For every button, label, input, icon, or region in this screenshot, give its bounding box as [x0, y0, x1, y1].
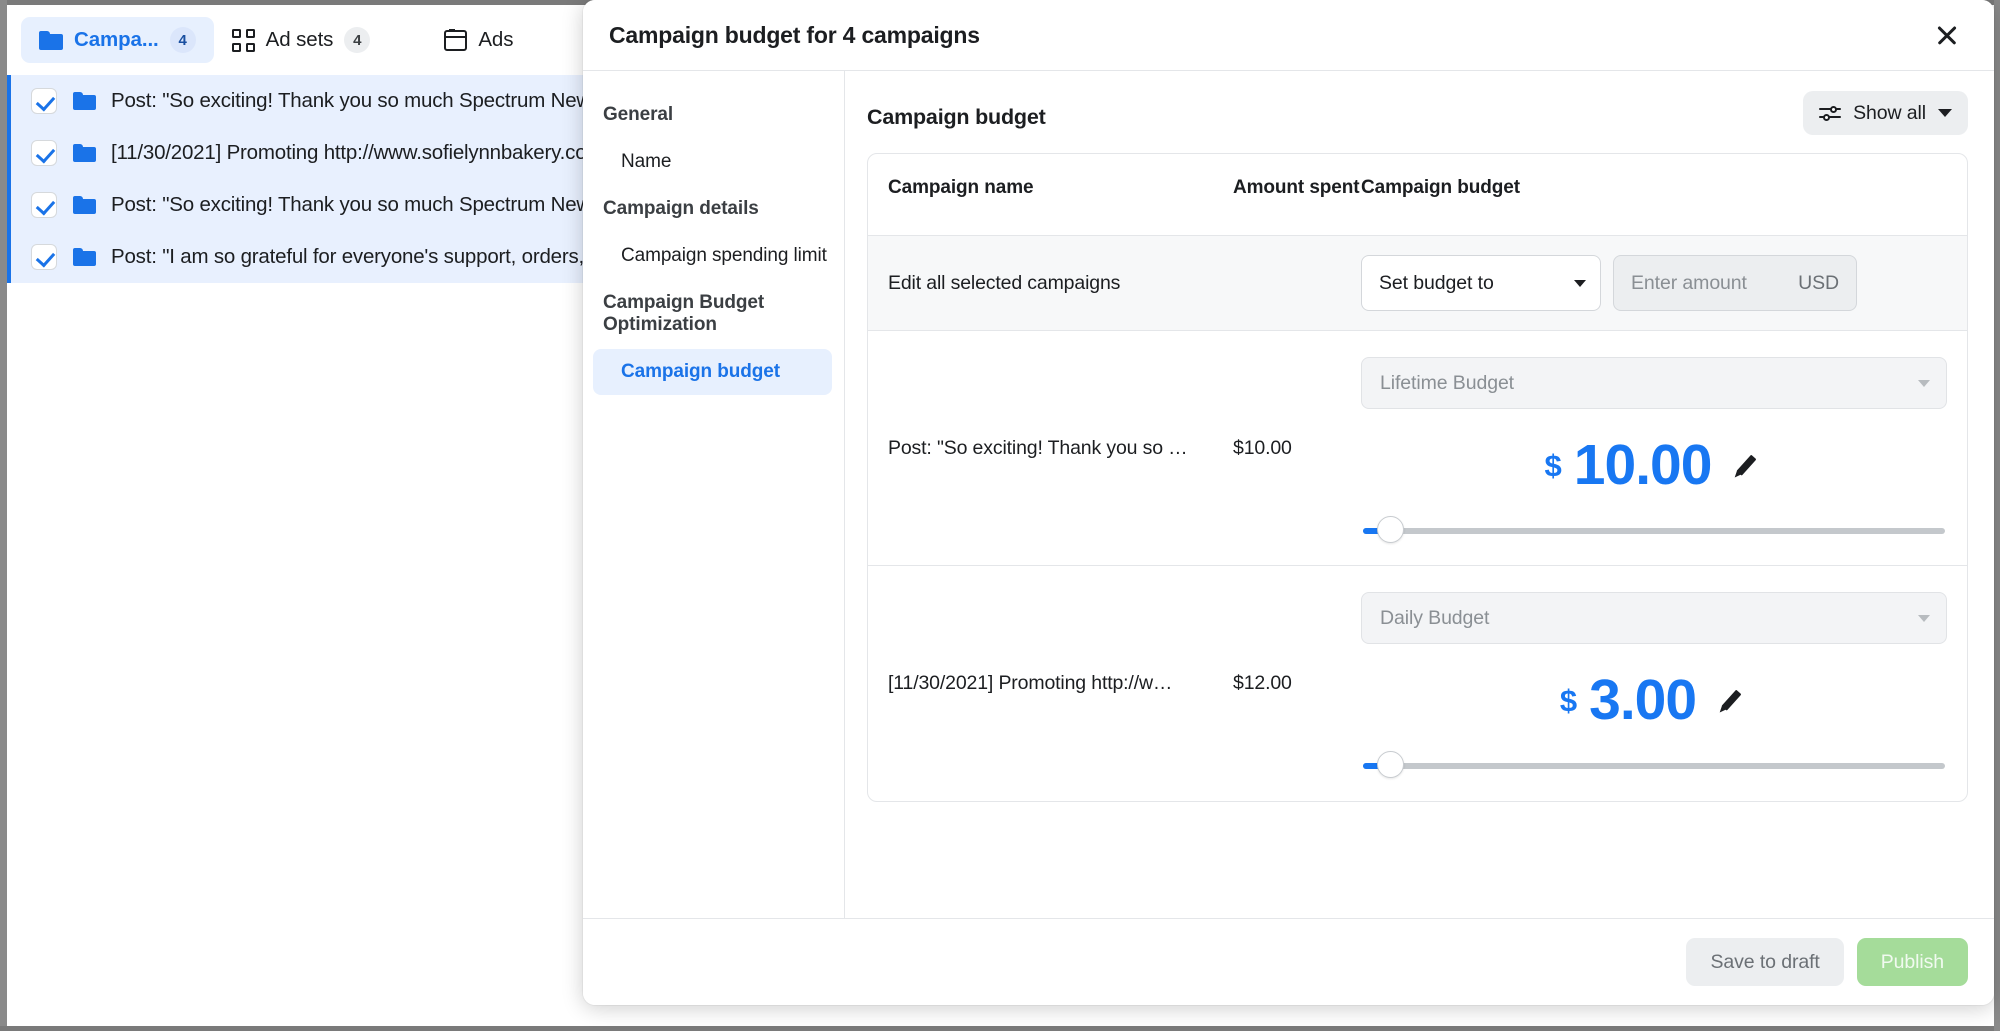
slider-thumb[interactable] — [1377, 516, 1404, 543]
table-row: [11/30/2021] Promoting http://w… $12.00 … — [868, 566, 1967, 801]
budget-amount-value: 10.00 — [1573, 433, 1713, 497]
dialog-content: Campaign budget Show all Campaign name A… — [845, 71, 1994, 918]
nav-item-campaign-spending-limit[interactable]: Campaign spending limit — [593, 233, 832, 279]
folder-icon — [73, 248, 96, 266]
folder-icon — [39, 30, 63, 50]
row-amount-spent: $10.00 — [1233, 436, 1292, 459]
screen-root: Campa... 4 Ad sets 4 Ads Post: "So excit… — [0, 0, 2000, 1031]
currency-symbol: $ — [1559, 683, 1578, 718]
list-item-label: [11/30/2021] Promoting http://www.sofiel… — [111, 141, 587, 164]
campaign-budget-table: Campaign name Amount spent Campaign budg… — [867, 153, 1968, 802]
window-edge-right — [1994, 0, 2000, 1031]
bulk-edit-controls: Set budget to Enter amount USD — [1361, 255, 1947, 311]
entity-tab-bar: Campa... 4 Ad sets 4 Ads — [7, 5, 587, 75]
slider-thumb[interactable] — [1377, 751, 1404, 778]
content-header: Campaign budget Show all — [867, 91, 1968, 135]
bulk-edit-row: Edit all selected campaigns Set budget t… — [868, 236, 1967, 331]
folder-icon — [73, 92, 96, 110]
budget-type-select[interactable]: Daily Budget — [1361, 592, 1947, 644]
edit-pencil-icon[interactable] — [1718, 686, 1748, 716]
chevron-down-icon — [1938, 109, 1952, 117]
tab-campaigns-badge: 4 — [169, 27, 196, 53]
tab-ads[interactable]: Ads — [426, 17, 531, 63]
campaign-budget-dialog: Campaign budget for 4 campaigns General … — [583, 0, 1994, 1005]
budget-type-value: Lifetime Budget — [1380, 371, 1515, 394]
bulk-budget-mode-select[interactable]: Set budget to — [1361, 255, 1601, 311]
tab-ad-sets[interactable]: Ad sets 4 — [214, 17, 389, 63]
table-row: Post: "So exciting! Thank you so … $10.0… — [868, 331, 1967, 566]
row-campaign-name: Post: "So exciting! Thank you so … — [888, 436, 1188, 459]
row-budget-cell: Daily Budget $ 3.00 — [1361, 566, 1947, 801]
close-icon[interactable] — [1926, 14, 1968, 56]
column-header-campaign-name: Campaign name — [888, 177, 1034, 198]
list-item[interactable]: [11/30/2021] Promoting http://www.sofiel… — [7, 127, 587, 179]
row-checkbox[interactable] — [31, 140, 57, 166]
budget-slider[interactable] — [1363, 516, 1945, 543]
folder-icon — [73, 144, 96, 162]
budget-type-value: Daily Budget — [1380, 606, 1490, 629]
list-item-label: Post: "So exciting! Thank you so much Sp… — [111, 193, 587, 216]
edit-pencil-icon[interactable] — [1733, 451, 1763, 481]
column-header-campaign-budget: Campaign budget — [1361, 177, 1520, 198]
dialog-footer: Save to draft Publish — [583, 918, 1994, 1005]
publish-button[interactable]: Publish — [1856, 938, 1968, 986]
nav-section-campaign-details: Campaign details — [603, 198, 759, 219]
bulk-amount-placeholder: Enter amount — [1631, 271, 1747, 294]
tab-campaigns-label: Campa... — [74, 28, 159, 51]
row-checkbox[interactable] — [31, 192, 57, 218]
nav-item-name[interactable]: Name — [593, 139, 832, 185]
nav-section-campaign-budget-optimization: Campaign Budget Optimization — [603, 292, 765, 335]
sliders-icon — [1819, 105, 1842, 121]
budget-type-select[interactable]: Lifetime Budget — [1361, 357, 1947, 409]
bulk-budget-mode-value: Set budget to — [1379, 271, 1494, 294]
tab-ad-sets-label: Ad sets — [265, 28, 334, 51]
dialog-nav: General Name Campaign details Campaign s… — [583, 71, 845, 918]
nav-section-general: General — [603, 104, 674, 125]
budget-amount-display: $ 3.00 — [1361, 672, 1947, 729]
tab-ad-sets-badge: 4 — [344, 27, 371, 53]
folder-icon — [73, 196, 96, 214]
slider-track — [1363, 763, 1945, 769]
currency-symbol: $ — [1544, 448, 1562, 483]
save-to-draft-button[interactable]: Save to draft — [1686, 938, 1844, 986]
budget-slider[interactable] — [1363, 751, 1945, 778]
budget-amount-value: 3.00 — [1589, 668, 1697, 732]
table-header-row: Campaign name Amount spent Campaign budg… — [868, 154, 1967, 236]
chevron-down-icon — [1574, 279, 1586, 287]
row-checkbox[interactable] — [31, 244, 57, 270]
tab-ads-label: Ads — [478, 28, 514, 51]
chevron-down-icon — [1918, 379, 1930, 387]
row-amount-spent: $12.00 — [1233, 672, 1292, 694]
window-icon — [444, 29, 468, 51]
column-header-amount-spent: Amount spent — [1233, 177, 1360, 198]
chevron-down-icon — [1918, 614, 1930, 622]
tab-campaigns[interactable]: Campa... 4 — [21, 17, 214, 63]
bulk-edit-label: Edit all selected campaigns — [888, 271, 1121, 294]
window-edge-bottom — [0, 1026, 2000, 1031]
grid-icon — [231, 28, 255, 52]
dialog-body: General Name Campaign details Campaign s… — [583, 71, 1994, 918]
show-all-label: Show all — [1853, 101, 1926, 124]
row-campaign-name: [11/30/2021] Promoting http://w… — [888, 672, 1173, 694]
list-item-label: Post: "So exciting! Thank you so much Sp… — [111, 89, 587, 112]
list-item[interactable]: Post: "I am so grateful for everyone's s… — [7, 231, 587, 283]
list-item-label: Post: "I am so grateful for everyone's s… — [111, 245, 587, 268]
bulk-amount-field[interactable]: Enter amount USD — [1613, 255, 1857, 311]
row-budget-cell: Lifetime Budget $ 10.00 — [1361, 331, 1947, 565]
dialog-title: Campaign budget for 4 campaigns — [609, 21, 980, 48]
nav-item-campaign-budget[interactable]: Campaign budget — [593, 349, 832, 395]
page-title: Campaign budget — [867, 105, 1046, 129]
list-item[interactable]: Post: "So exciting! Thank you so much Sp… — [7, 75, 587, 127]
bulk-amount-currency: USD — [1798, 271, 1839, 294]
budget-amount-display: $ 10.00 — [1361, 437, 1947, 494]
row-checkbox[interactable] — [31, 88, 57, 114]
window-edge-left — [0, 0, 7, 1031]
list-item[interactable]: Post: "So exciting! Thank you so much Sp… — [7, 179, 587, 231]
show-all-button[interactable]: Show all — [1803, 91, 1968, 135]
dialog-header: Campaign budget for 4 campaigns — [583, 0, 1994, 71]
campaign-list: Post: "So exciting! Thank you so much Sp… — [7, 75, 587, 1026]
slider-track — [1363, 528, 1945, 534]
